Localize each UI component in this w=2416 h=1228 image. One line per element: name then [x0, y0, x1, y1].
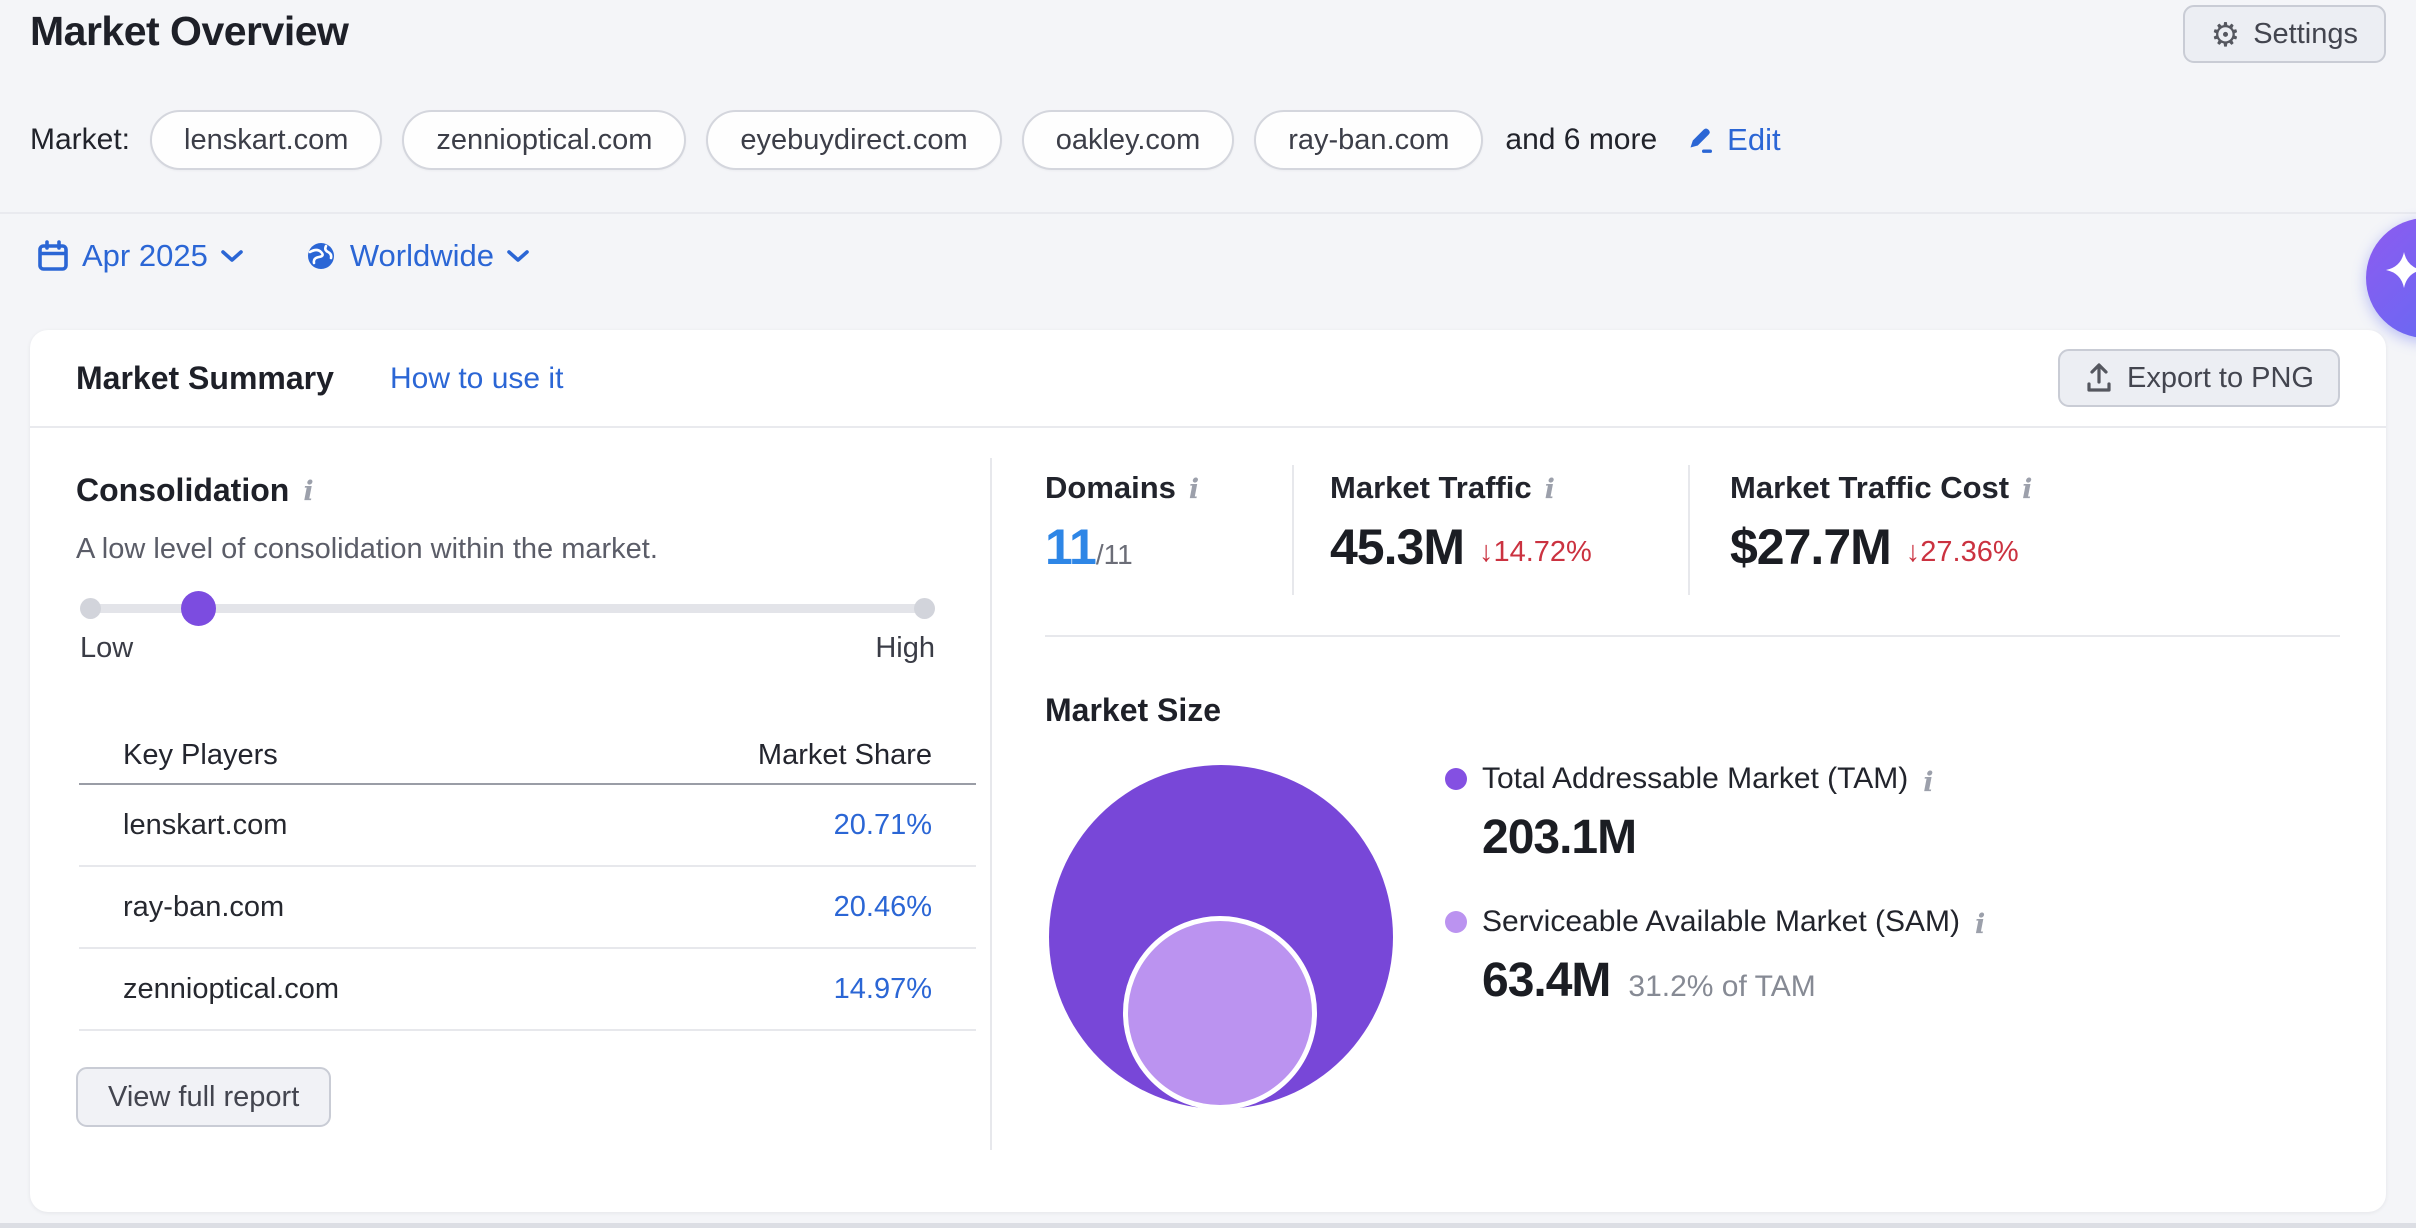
- market-label: Market:: [30, 123, 130, 157]
- ai-assistant-button[interactable]: [2366, 218, 2416, 338]
- market-size-title: Market Size: [1045, 692, 1221, 729]
- market-domain-pill[interactable]: oakley.com: [1022, 110, 1235, 170]
- table-header-row: Key Players Market Share: [79, 728, 976, 784]
- slider-low-label: Low: [80, 632, 133, 665]
- settings-button[interactable]: ⚙ Settings: [2183, 5, 2386, 63]
- market-traffic-stat-label: Market Traffic: [1330, 470, 1532, 506]
- consolidation-header: Consolidation i: [76, 472, 314, 509]
- sam-circle: [1123, 916, 1317, 1110]
- key-players-header: Key Players: [79, 728, 567, 784]
- market-summary-card: Market Summary How to use it Export to P…: [30, 330, 2386, 1212]
- date-filter-label: Apr 2025: [82, 238, 208, 274]
- slider-labels: Low High: [80, 632, 935, 665]
- table-row: lenskart.com 20.71%: [79, 784, 976, 866]
- market-overview-page: Market Overview ⚙ Settings Market: lensk…: [0, 0, 2416, 1228]
- view-full-report-label: View full report: [108, 1081, 299, 1114]
- tam-legend-item: Total Addressable Market (TAM) i 203.1M: [1445, 762, 1985, 865]
- pencil-icon: [1685, 124, 1717, 156]
- market-domain-pill[interactable]: ray-ban.com: [1254, 110, 1483, 170]
- info-icon[interactable]: i: [1975, 905, 1985, 938]
- sam-label: Serviceable Available Market (SAM): [1482, 905, 1960, 939]
- market-traffic-stat-value: 45.3M: [1330, 522, 1464, 572]
- market-traffic-cost-stat-label: Market Traffic Cost: [1730, 470, 2009, 506]
- header-divider: [0, 212, 2416, 214]
- chevron-down-icon: [506, 248, 530, 264]
- info-icon[interactable]: i: [2022, 470, 2032, 503]
- market-traffic-cost-stat-value: $27.7M: [1730, 522, 1891, 572]
- share-cell[interactable]: 20.46%: [567, 866, 976, 948]
- edit-label: Edit: [1727, 122, 1780, 158]
- stats-divider: [1045, 635, 2340, 637]
- tam-label: Total Addressable Market (TAM): [1482, 762, 1908, 796]
- filter-row: Apr 2025 Worldwide: [36, 238, 530, 274]
- stat-divider: [1688, 465, 1690, 595]
- market-traffic-cost-stat: Market Traffic Cost i $27.7M ↓27.36%: [1730, 470, 2032, 572]
- stat-divider: [1292, 465, 1294, 595]
- market-domain-pill[interactable]: zennioptical.com: [402, 110, 686, 170]
- sam-legend-item: Serviceable Available Market (SAM) i 63.…: [1445, 905, 1985, 1008]
- tam-value: 203.1M: [1482, 812, 1636, 865]
- consolidation-slider[interactable]: [90, 588, 925, 628]
- table-row: ray-ban.com 20.46%: [79, 866, 976, 948]
- column-divider: [990, 458, 992, 1150]
- slider-handle[interactable]: [181, 591, 216, 626]
- consolidation-description: A low level of consolidation within the …: [76, 533, 658, 566]
- settings-label: Settings: [2253, 18, 2358, 51]
- info-icon[interactable]: i: [303, 472, 313, 505]
- sam-legend-dot: [1445, 911, 1467, 933]
- chevron-down-icon: [220, 248, 244, 264]
- export-png-button[interactable]: Export to PNG: [2058, 349, 2340, 407]
- domain-cell: ray-ban.com: [79, 866, 567, 948]
- date-filter[interactable]: Apr 2025: [36, 238, 244, 274]
- domains-stat-value: 11: [1045, 522, 1096, 572]
- info-icon[interactable]: i: [1189, 470, 1199, 503]
- consolidation-title: Consolidation: [76, 472, 289, 509]
- market-traffic-stat: Market Traffic i 45.3M ↓14.72%: [1330, 470, 1592, 572]
- card-divider: [30, 426, 2386, 428]
- card-title: Market Summary: [76, 360, 334, 397]
- more-domains-text: and 6 more: [1505, 123, 1657, 157]
- edit-market-link[interactable]: Edit: [1685, 122, 1780, 158]
- view-full-report-button[interactable]: View full report: [76, 1067, 331, 1127]
- globe-icon: [304, 239, 338, 273]
- export-label: Export to PNG: [2127, 362, 2314, 395]
- market-domain-pill[interactable]: eyebuydirect.com: [706, 110, 1001, 170]
- calendar-icon: [36, 239, 70, 273]
- sam-value: 63.4M: [1482, 955, 1610, 1008]
- slider-high-end-dot: [914, 598, 935, 619]
- market-domain-pill[interactable]: lenskart.com: [150, 110, 382, 170]
- export-icon: [2084, 362, 2114, 394]
- domains-stat: Domains i 11 /11: [1045, 470, 1199, 572]
- info-icon[interactable]: i: [1545, 470, 1555, 503]
- region-filter-label: Worldwide: [350, 238, 494, 274]
- gear-icon: ⚙: [2211, 18, 2241, 51]
- domain-cell: zennioptical.com: [79, 948, 567, 1030]
- sam-percent-of-tam: 31.2% of TAM: [1628, 970, 1815, 1004]
- market-traffic-cost-stat-change: ↓27.36%: [1906, 538, 2019, 572]
- how-to-use-link[interactable]: How to use it: [390, 362, 563, 396]
- table-row: zennioptical.com 14.97%: [79, 948, 976, 1030]
- slider-low-end-dot: [80, 598, 101, 619]
- share-cell[interactable]: 14.97%: [567, 948, 976, 1030]
- slider-high-label: High: [875, 632, 935, 665]
- key-players-table: Key Players Market Share lenskart.com 20…: [79, 728, 976, 1031]
- info-icon[interactable]: i: [1923, 763, 1933, 796]
- domains-stat-label: Domains: [1045, 470, 1176, 506]
- region-filter[interactable]: Worldwide: [304, 238, 530, 274]
- market-domains-bar: Market: lenskart.com zennioptical.com ey…: [30, 110, 1781, 170]
- market-traffic-stat-change: ↓14.72%: [1479, 538, 1592, 572]
- window-bottom-edge: [0, 1223, 2416, 1228]
- domain-cell: lenskart.com: [79, 784, 567, 866]
- page-title: Market Overview: [30, 8, 348, 55]
- tam-legend-dot: [1445, 768, 1467, 790]
- market-share-header: Market Share: [567, 728, 976, 784]
- sparkles-icon: [2366, 218, 2416, 338]
- market-size-legend: Total Addressable Market (TAM) i 203.1M …: [1445, 762, 1985, 1008]
- share-cell[interactable]: 20.71%: [567, 784, 976, 866]
- domains-stat-suffix: /11: [1096, 541, 1133, 572]
